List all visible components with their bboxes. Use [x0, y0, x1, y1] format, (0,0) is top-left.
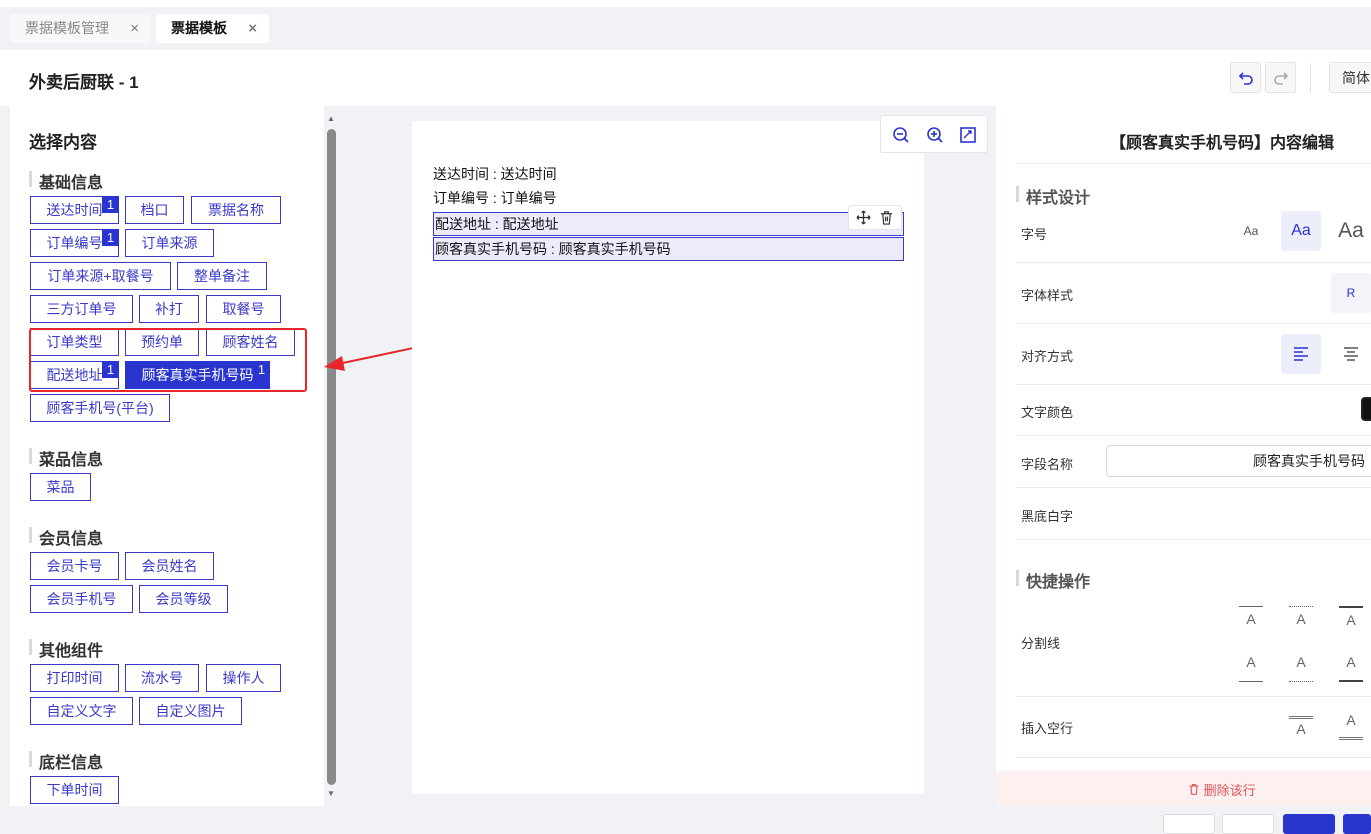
section-title-style: 样式设计	[1016, 184, 1090, 208]
move-icon[interactable]	[856, 210, 871, 225]
trash-icon	[1189, 783, 1199, 795]
row-divider	[1016, 163, 1371, 164]
zoom-out-icon[interactable]	[892, 126, 910, 144]
primary-button[interactable]	[1343, 814, 1371, 834]
zoom-toolbar	[880, 115, 988, 153]
label-font-size: 字号	[1021, 227, 1048, 242]
label-text-color: 文字颜色	[1021, 405, 1074, 420]
fit-screen-icon[interactable]	[959, 126, 977, 144]
primary-button[interactable]	[1283, 814, 1335, 834]
label-field-name: 字段名称	[1021, 457, 1074, 472]
label-inverse: 黑底白字	[1021, 509, 1074, 524]
label-alignment: 对齐方式	[1021, 349, 1074, 364]
delete-row-bar[interactable]	[996, 771, 1371, 806]
zoom-in-icon[interactable]	[926, 126, 944, 144]
insert-blank-below[interactable]: A	[1339, 712, 1363, 740]
preview-line[interactable]: 订单编号 : 订单编号	[433, 187, 557, 209]
row-divider-line	[1016, 594, 1371, 697]
label-font-style: 字体样式	[1021, 288, 1074, 303]
divider-top-solid[interactable]: A	[1239, 606, 1263, 634]
delete-row-label: 删除该行	[1203, 783, 1256, 798]
font-style-regular[interactable]: R	[1331, 273, 1371, 313]
divider-bottom-thick[interactable]: A	[1339, 654, 1363, 682]
font-size-large[interactable]: Aa	[1331, 211, 1371, 251]
preview-line[interactable]: 送达时间 : 送达时间	[433, 163, 557, 185]
color-swatch[interactable]	[1361, 397, 1371, 421]
align-left-button[interactable]	[1281, 334, 1321, 374]
field-name-input[interactable]: 顾客真实手机号码	[1106, 445, 1371, 477]
align-left-icon	[1294, 347, 1308, 361]
bottom-button[interactable]	[1222, 814, 1274, 834]
section-title-quick: 快捷操作	[1016, 568, 1090, 592]
label-blank-line: 插入空行	[1021, 721, 1074, 736]
preview-line-selected[interactable]: 配送地址 : 配送地址	[433, 212, 904, 236]
trash-icon[interactable]	[879, 210, 894, 225]
font-size-medium[interactable]: Aa	[1281, 211, 1321, 251]
delete-row-button[interactable]: 删除该行	[1188, 780, 1256, 799]
divider-top-dotted[interactable]: A	[1289, 606, 1313, 634]
preview-line-selected[interactable]: 顾客真实手机号码 : 顾客真实手机号码	[433, 237, 904, 261]
bottom-button[interactable]	[1163, 814, 1215, 834]
divider-top-thick[interactable]: A	[1339, 606, 1363, 634]
align-center-icon	[1344, 347, 1358, 361]
divider-bottom-solid[interactable]: A	[1239, 654, 1263, 682]
label-divider: 分割线	[1021, 636, 1061, 651]
divider-bottom-dotted[interactable]: A	[1289, 654, 1313, 682]
property-panel: 【顾客真实手机号码】内容编辑 样式设计 字号 Aa Aa Aa 字体样式 R 对…	[996, 106, 1371, 806]
panel-title: 【顾客真实手机号码】内容编辑	[1110, 135, 1335, 152]
font-size-small[interactable]: Aa	[1231, 211, 1271, 251]
line-tools	[848, 205, 902, 230]
align-center-button[interactable]	[1331, 334, 1371, 374]
insert-blank-above[interactable]: A	[1289, 716, 1313, 744]
